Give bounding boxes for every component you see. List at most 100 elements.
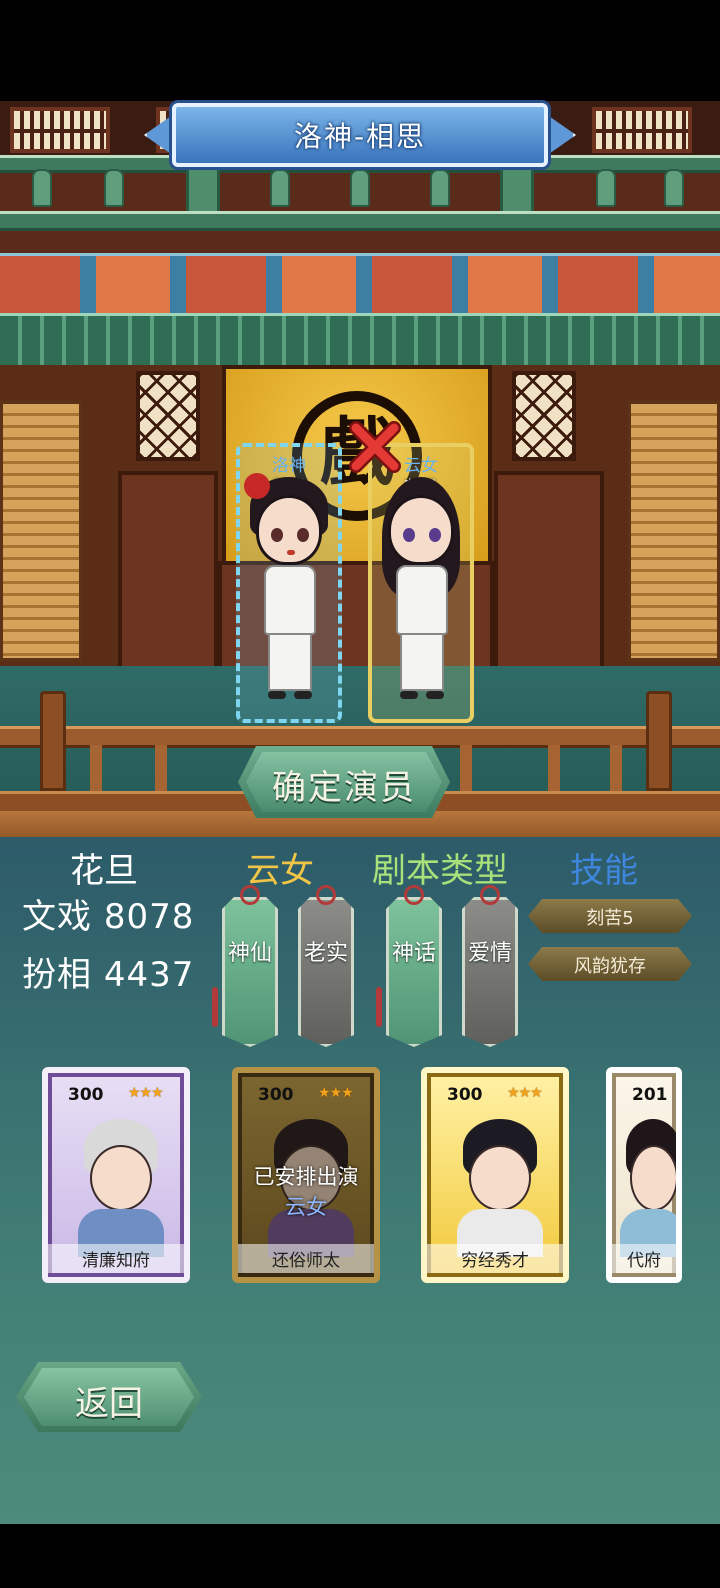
baluster bbox=[350, 169, 370, 207]
tag-plate bbox=[298, 897, 354, 1047]
actor-face bbox=[256, 495, 322, 565]
railing-post bbox=[646, 691, 672, 791]
actor-slot-yunnv[interactable]: 云女 花旦 bbox=[368, 443, 474, 723]
confirm-actors-label: 确定演员 bbox=[272, 768, 416, 808]
skill-badge[interactable]: 风韵犹存 bbox=[528, 947, 692, 981]
skill-text: 刻苦5 bbox=[586, 908, 634, 929]
card-portrait-face bbox=[630, 1145, 676, 1211]
baluster bbox=[32, 169, 52, 207]
actor-card[interactable]: 201 代府 bbox=[606, 1067, 682, 1283]
shoe bbox=[268, 691, 286, 699]
card-name: 还俗师太 bbox=[238, 1244, 374, 1273]
card-cost: 300 bbox=[447, 1085, 483, 1105]
lattice-window bbox=[10, 107, 110, 153]
back-label: 返回 bbox=[75, 1384, 143, 1424]
door-panel bbox=[494, 471, 604, 671]
carved-beam bbox=[0, 313, 720, 371]
stat-wenxi: 文戏 8078 bbox=[22, 889, 194, 938]
baluster bbox=[596, 169, 616, 207]
card-name: 清廉知府 bbox=[48, 1244, 184, 1273]
actor-card[interactable]: 300 ★★★ 清廉知府 bbox=[42, 1067, 190, 1283]
actor-card[interactable]: 300 ★★★ 已安排出演 云女 还俗师太 bbox=[232, 1067, 380, 1283]
card-cost: 300 bbox=[68, 1085, 104, 1105]
card-status-role: 云女 bbox=[285, 1195, 327, 1219]
eye bbox=[271, 528, 283, 542]
script-type-tag: 爱情 bbox=[462, 885, 518, 1047]
script-type-text: 神话 bbox=[391, 941, 436, 966]
star-rating-icon: ★★★ bbox=[507, 1085, 543, 1101]
trait-text: 神仙 bbox=[227, 941, 272, 966]
lattice-window bbox=[592, 107, 692, 153]
rail-rung bbox=[90, 745, 102, 795]
role-header: 云女 bbox=[246, 851, 314, 891]
baluster bbox=[270, 169, 290, 207]
script-type-text: 爱情 bbox=[467, 941, 512, 966]
card-portrait-face bbox=[469, 1145, 531, 1211]
skill-text: 风韵犹存 bbox=[574, 956, 646, 977]
shoe bbox=[294, 691, 312, 699]
tag-plate bbox=[462, 897, 518, 1047]
rail-rung bbox=[155, 745, 167, 795]
screen-window bbox=[136, 371, 200, 461]
painted-beam bbox=[0, 253, 720, 317]
tassel-icon bbox=[376, 987, 382, 1027]
tag-knot bbox=[240, 885, 260, 905]
star-rating-icon: ★★★ bbox=[128, 1085, 164, 1101]
eye bbox=[403, 528, 415, 542]
actor-slot-luoshen[interactable]: 洛神 花衫 bbox=[236, 443, 342, 723]
actor-body bbox=[396, 565, 448, 635]
shoe bbox=[426, 691, 444, 699]
baluster bbox=[104, 169, 124, 207]
flower-ornament-icon bbox=[244, 473, 270, 499]
actor-face bbox=[388, 495, 454, 565]
rail-rung bbox=[460, 745, 472, 795]
tag-plate bbox=[222, 897, 278, 1047]
confirm-actors-button[interactable]: 确定演员 bbox=[238, 746, 450, 818]
star-rating-icon: ★★★ bbox=[318, 1085, 354, 1101]
tag-knot bbox=[316, 885, 336, 905]
bamboo-blind-right bbox=[628, 401, 720, 661]
bamboo-blind-left bbox=[0, 401, 82, 661]
baluster bbox=[430, 169, 450, 207]
baluster bbox=[664, 169, 684, 207]
stat-label: 文戏 bbox=[22, 897, 92, 937]
eye bbox=[297, 528, 309, 542]
card-cost: 300 bbox=[258, 1085, 294, 1105]
door-panel bbox=[118, 471, 218, 671]
stat-value: 4437 bbox=[103, 955, 195, 995]
actor-card[interactable]: 300 ★★★ 穷经秀才 bbox=[421, 1067, 569, 1283]
card-portrait-face bbox=[90, 1145, 152, 1211]
tag-knot bbox=[404, 885, 424, 905]
stat-banxiang: 扮相 4437 bbox=[22, 947, 194, 996]
stat-label: 扮相 bbox=[22, 955, 92, 995]
remove-actor-icon[interactable] bbox=[348, 420, 402, 474]
screen-window bbox=[512, 371, 576, 461]
skill-badge[interactable]: 刻苦5 bbox=[528, 899, 692, 933]
actor-legs bbox=[400, 633, 444, 691]
lips bbox=[287, 550, 295, 555]
tag-knot bbox=[480, 885, 500, 905]
balcony-rail-lower bbox=[0, 211, 720, 231]
actor-legs bbox=[268, 633, 312, 691]
trait-tag: 神仙 bbox=[222, 885, 278, 1047]
shoe bbox=[400, 691, 418, 699]
railing-post bbox=[40, 691, 66, 791]
card-name: 穷经秀才 bbox=[427, 1244, 563, 1273]
card-status: 已安排出演 bbox=[253, 1165, 359, 1189]
script-type-tag: 神话 bbox=[386, 885, 442, 1047]
rail-rung bbox=[610, 745, 622, 795]
skill-header: 技能 bbox=[570, 851, 638, 891]
info-panel: 花旦 文戏 8078 扮相 4437 云女 剧本类型 技能 神仙 老实 神话 爱… bbox=[0, 837, 720, 1524]
actor-body bbox=[264, 565, 316, 635]
trait-text: 老实 bbox=[303, 941, 348, 966]
back-button[interactable]: 返回 bbox=[16, 1362, 202, 1432]
script-title-banner: 洛神-相思 bbox=[144, 103, 576, 167]
trait-tag: 老实 bbox=[298, 885, 354, 1047]
rail-rung bbox=[548, 745, 560, 795]
card-name: 代府 bbox=[612, 1244, 676, 1273]
eye bbox=[429, 528, 441, 542]
stat-value: 8078 bbox=[103, 897, 195, 937]
tassel-icon bbox=[212, 987, 218, 1027]
tag-plate bbox=[386, 897, 442, 1047]
card-cost: 201 bbox=[632, 1085, 668, 1105]
